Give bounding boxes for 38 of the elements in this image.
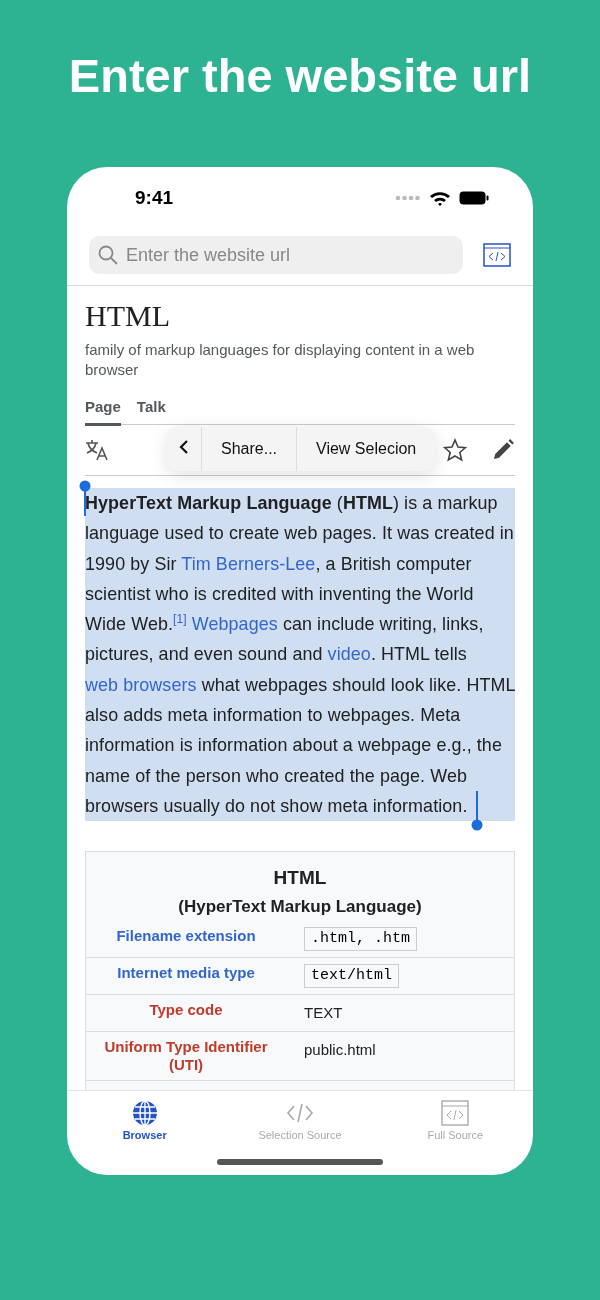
- chevron-left-icon: [179, 439, 189, 455]
- article-paragraph: HyperText Markup Language (HTML) is a markup language used to create web pages. It was created in 1990 by Sir Tim Berners-Lee, a British computer scientist who is credited with inventing the World Wide Web.$^{[1]}$ Webpages can include writing, links, pictures, and even sound and video. HTML tells web browsers what webpages should look like. HTML also adds meta information to webpages. Meta information is information about a webpage e.g., the name of the person who created the page. Web browsers usually do not show meta information.: [85, 488, 515, 822]
- menu-item[interactable]: View Selecion: [296, 427, 436, 471]
- article-link[interactable]: video: [327, 644, 371, 665]
- infobox-label: Type code: [148, 1001, 224, 1021]
- code-window-icon[interactable]: [483, 243, 511, 267]
- article-tab[interactable]: Talk: [136, 398, 166, 426]
- code-window-icon: [441, 1100, 470, 1126]
- star-icon[interactable]: [443, 438, 467, 462]
- infobox-label: Uniform Type Identifier (UTI): [103, 1038, 269, 1075]
- selection-handle[interactable]: [471, 791, 483, 832]
- infobox-label[interactable]: Internet media type: [86, 964, 286, 989]
- article-title: HTML: [85, 298, 171, 334]
- translate-icon[interactable]: [85, 439, 109, 461]
- signal-icon: [395, 195, 421, 201]
- search-icon: [98, 245, 118, 265]
- search-input[interactable]: Enter the website url: [124, 243, 454, 267]
- infobox-title: HTML: [272, 866, 328, 890]
- article-link[interactable]: Webpages: [191, 614, 278, 635]
- pencil-icon[interactable]: [491, 438, 515, 462]
- infobox-label[interactable]: Filename extension: [86, 927, 286, 952]
- battery-icon: [459, 191, 489, 205]
- headline: Enter the website url: [68, 48, 532, 104]
- article-link[interactable]: Tim Berners-Lee: [181, 553, 316, 574]
- infobox-code-value: .html, .htm: [304, 927, 418, 952]
- infobox-code-value: text/html: [304, 964, 399, 989]
- article-tab[interactable]: Page: [85, 398, 121, 426]
- infobox-subtitle: (HyperText Markup Language): [177, 896, 423, 919]
- article-description: family of markup languages for displaying content in a web browser: [85, 340, 476, 380]
- globe-icon: [131, 1100, 158, 1126]
- search-field[interactable]: Enter the website url: [89, 236, 463, 274]
- article-link[interactable]: web browsers: [85, 674, 197, 695]
- menu-item[interactable]: Share...: [201, 427, 297, 471]
- wifi-icon: [429, 190, 451, 206]
- tab-bar-item[interactable]: Browser: [67, 1099, 223, 1159]
- status-time: 9:41: [135, 187, 174, 209]
- infobox-value: TEXT: [304, 1003, 343, 1024]
- infobox-value: public.html: [304, 1040, 376, 1061]
